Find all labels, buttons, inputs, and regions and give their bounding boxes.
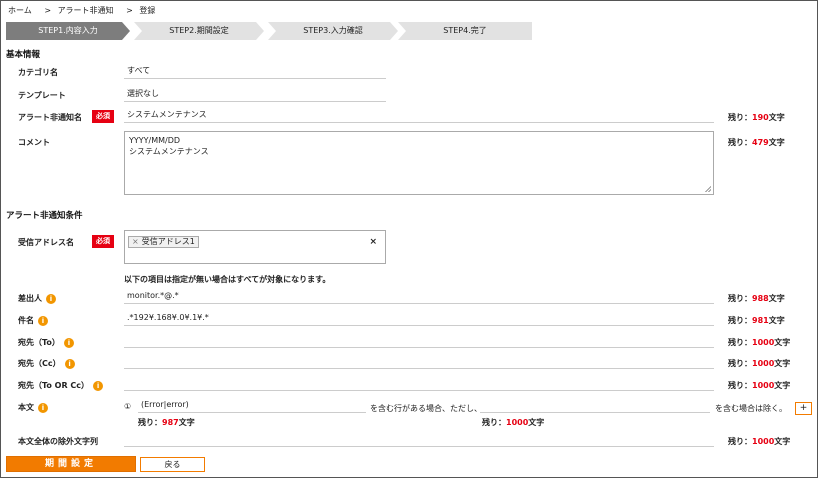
breadcrumb-current: 登録 [139, 6, 156, 15]
to-or-cc-remaining: 残り：1000文字 [728, 381, 791, 390]
resize-handle-icon[interactable] [705, 186, 711, 192]
alert-name-field[interactable]: システムメンテナンス [124, 108, 714, 123]
info-icon[interactable]: i [93, 380, 104, 391]
remove-tag-icon[interactable]: × [132, 237, 139, 246]
body-condition-index: ① [124, 402, 132, 411]
cc-remaining: 残り：1000文字 [728, 359, 791, 368]
body-exclude-all-label: 本文全体の除外文字列 [18, 437, 98, 446]
recipient-multiselect[interactable]: × 受信アドレス1 × [124, 230, 386, 264]
period-setting-button[interactable]: 期間設定 [6, 456, 136, 472]
subject-remaining: 残り：981文字 [728, 316, 785, 325]
info-icon[interactable]: i [63, 337, 74, 348]
comment-label: コメント [18, 138, 50, 147]
info-icon[interactable]: i [64, 358, 75, 369]
body-exclude-remaining: 残り：1000文字 [482, 418, 545, 427]
from-label: 差出人 i [18, 293, 56, 304]
required-badge: 必須 [92, 110, 114, 123]
step-indicator: STEP1.内容入力 STEP2.期間設定 STEP3.入力確認 STEP4.完… [6, 22, 532, 40]
breadcrumb: ホーム > アラート非通知 > 登録 [8, 5, 159, 16]
required-badge: 必須 [92, 235, 114, 248]
step-1: STEP1.内容入力 [6, 22, 130, 40]
cc-label: 宛先（Cc） i [18, 358, 75, 369]
body-include-text: を含む行がある場合、ただし、 [370, 404, 482, 413]
body-include-remaining: 残り：987文字 [138, 418, 195, 427]
to-field[interactable] [124, 333, 714, 348]
cc-field[interactable] [124, 354, 714, 369]
body-include-field[interactable]: (Error|error) [138, 398, 366, 413]
breadcrumb-separator: > [44, 6, 52, 15]
alert-name-label: アラート非通知名 [18, 113, 82, 122]
comment-remaining: 残り：479文字 [728, 138, 785, 147]
info-icon[interactable]: i [38, 402, 48, 413]
add-condition-button[interactable]: + [795, 402, 812, 415]
breadcrumb-separator: > [126, 6, 133, 15]
comment-line-1: YYYY/MM/DD [129, 136, 181, 145]
body-exclude-field[interactable] [480, 398, 710, 413]
body-exclude-text: を含む場合は除く。 [715, 404, 787, 413]
step-2: STEP2.期間設定 [134, 22, 264, 40]
info-icon[interactable]: i [38, 315, 48, 326]
recipient-tag-label: 受信アドレス1 [141, 237, 195, 246]
subject-field[interactable]: .*192¥.168¥.0¥.1¥.* [124, 311, 714, 326]
category-select[interactable]: すべて [124, 64, 386, 79]
alert-name-remaining: 残り：190文字 [728, 113, 785, 122]
template-label: テンプレート [18, 91, 66, 100]
category-label: カテゴリ名 [18, 68, 58, 77]
body-label: 本文 i [18, 402, 48, 413]
clear-icon[interactable]: × [369, 237, 377, 247]
back-button[interactable]: 戻る [140, 457, 205, 472]
recipient-tag: × 受信アドレス1 [128, 236, 199, 248]
to-or-cc-field[interactable] [124, 376, 714, 391]
breadcrumb-home[interactable]: ホーム [8, 6, 32, 15]
info-icon[interactable]: i [46, 293, 56, 304]
step-3: STEP3.入力確認 [268, 22, 398, 40]
condition-note: 以下の項目は指定が無い場合はすべてが対象になります。 [124, 275, 331, 284]
to-or-cc-label: 宛先（To OR Cc） i [18, 380, 104, 391]
comment-textarea[interactable]: YYYY/MM/DD システムメンテナンス [124, 131, 714, 195]
body-exclude-all-field[interactable] [124, 432, 714, 447]
section-basic-info-title: 基本情報 [6, 50, 41, 60]
step-4: STEP4.完了 [398, 22, 532, 40]
breadcrumb-alert-suppression[interactable]: アラート非通知 [58, 6, 114, 15]
to-remaining: 残り：1000文字 [728, 338, 791, 347]
recipient-label: 受信アドレス名 [18, 238, 74, 247]
from-remaining: 残り：988文字 [728, 294, 785, 303]
subject-label: 件名 i [18, 315, 48, 326]
section-conditions-title: アラート非通知条件 [6, 211, 83, 221]
comment-line-2: システムメンテナンス [129, 147, 209, 156]
template-select[interactable]: 選択なし [124, 87, 386, 102]
to-label: 宛先（To） i [18, 337, 74, 348]
body-exclude-all-remaining: 残り：1000文字 [728, 437, 791, 446]
from-field[interactable]: monitor.*@.* [124, 289, 714, 304]
